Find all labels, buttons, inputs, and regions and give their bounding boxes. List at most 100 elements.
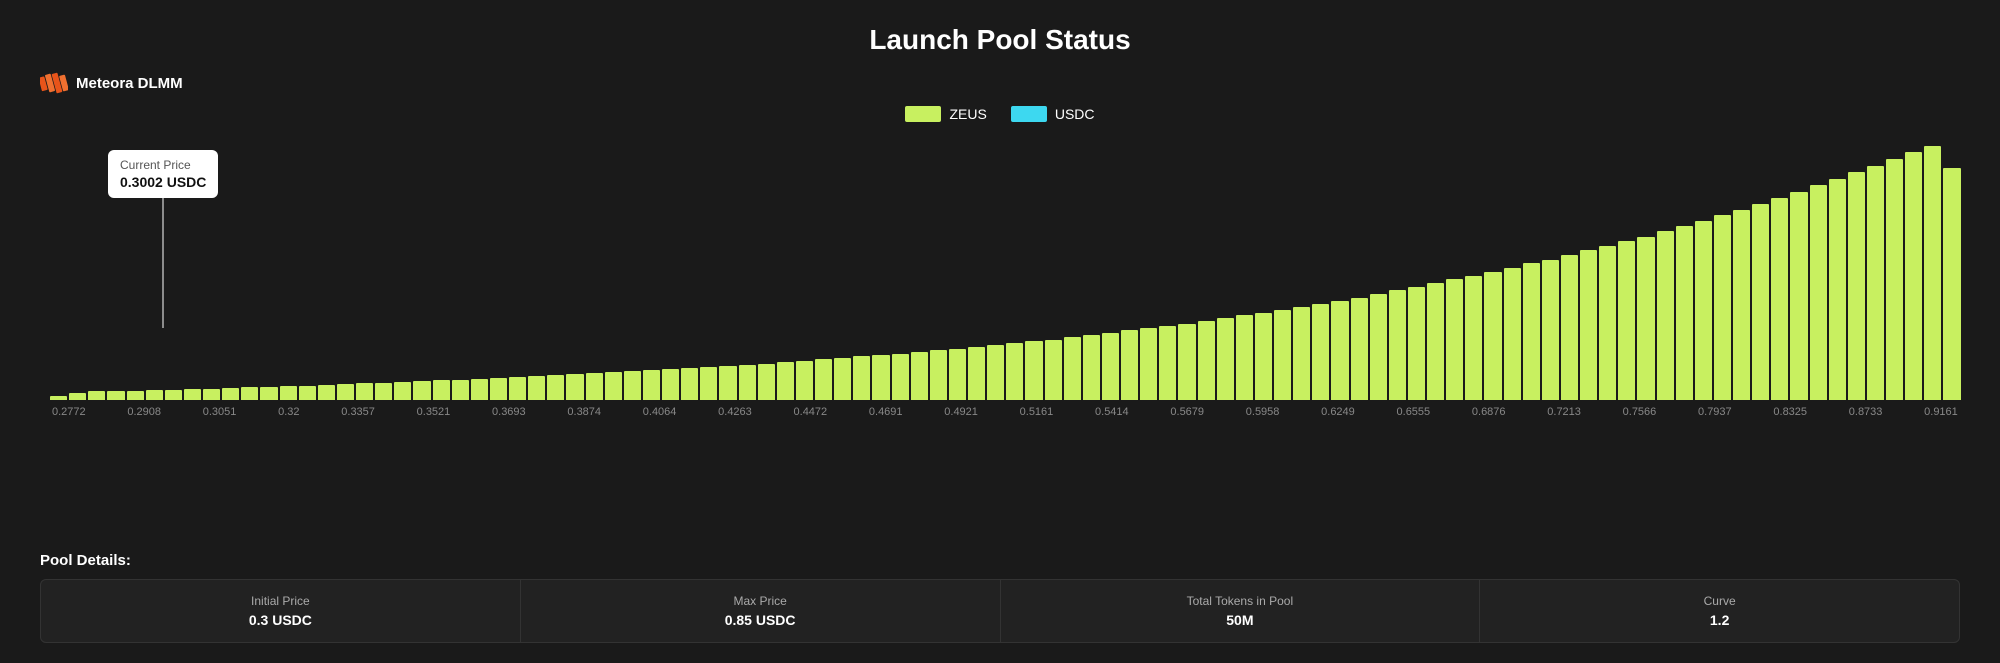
chart-bar	[796, 361, 813, 400]
chart-bar	[394, 382, 411, 400]
tooltip-line	[163, 198, 164, 328]
chart-bar	[1006, 343, 1023, 400]
chart-bar	[1255, 313, 1272, 400]
chart-bar	[815, 359, 832, 400]
chart-bar	[1140, 328, 1157, 400]
chart-bar	[1064, 337, 1081, 400]
chart-bar	[987, 345, 1004, 400]
chart-bar	[88, 391, 105, 400]
chart-bar	[681, 368, 698, 400]
chart-bar	[1351, 298, 1368, 400]
x-axis-label: 0.3051	[203, 406, 237, 418]
chart-bar	[1236, 315, 1253, 400]
chart-bar	[1293, 307, 1310, 400]
page-title: Launch Pool Status	[40, 24, 1960, 56]
chart-bar	[1829, 179, 1846, 400]
chart-bar	[949, 349, 966, 400]
chart-bar	[662, 369, 679, 400]
x-axis-label: 0.3357	[341, 406, 375, 418]
chart-bar	[872, 355, 889, 400]
chart-bar	[1025, 341, 1042, 400]
x-axis-label: 0.32	[278, 406, 299, 418]
chart-bar	[146, 390, 163, 400]
chart-bar	[1408, 287, 1425, 400]
chart-bar	[1657, 231, 1674, 400]
chart-bar	[911, 352, 928, 400]
chart-bar	[1695, 221, 1712, 400]
legend-label-usdc: USDC	[1055, 106, 1095, 122]
chart-bar	[1045, 340, 1062, 400]
chart-bar	[1943, 168, 1960, 400]
chart-bar	[1446, 279, 1463, 400]
x-axis-label: 0.4064	[643, 406, 677, 418]
pool-details-table: Initial Price0.3 USDCMax Price0.85 USDCT…	[40, 579, 1960, 643]
chart-bar	[50, 396, 67, 400]
chart-bar	[1848, 172, 1865, 400]
chart-bar	[471, 379, 488, 400]
chart-bar	[1905, 152, 1922, 400]
legend-item-zeus: ZEUS	[905, 106, 986, 122]
chart-bar	[1733, 210, 1750, 400]
x-axis-label: 0.3874	[567, 406, 601, 418]
chart-bar	[1504, 268, 1521, 400]
x-axis-label: 0.3693	[492, 406, 526, 418]
x-axis-label: 0.9161	[1924, 406, 1958, 418]
chart-bar	[1274, 310, 1291, 400]
chart-bar	[605, 372, 622, 400]
pool-details-section: Pool Details: Initial Price0.3 USDCMax P…	[40, 552, 1960, 643]
chart-bar	[433, 380, 450, 400]
chart-bar	[1542, 260, 1559, 400]
chart-bar	[375, 383, 392, 400]
pool-detail-cell: Total Tokens in Pool50M	[1001, 580, 1481, 642]
chart-bar	[930, 350, 947, 400]
chart-bar	[1810, 185, 1827, 400]
chart-bar	[1637, 237, 1654, 400]
chart-bar	[1561, 255, 1578, 400]
chart-bar	[165, 390, 182, 400]
chart-bar	[222, 388, 239, 400]
tooltip-value: 0.3002 USDC	[120, 174, 206, 190]
pool-detail-value: 0.85 USDC	[725, 612, 796, 628]
chart-bar	[700, 367, 717, 400]
provider-name: Meteora DLMM	[76, 75, 183, 92]
chart-bar	[509, 377, 526, 400]
pool-details-title: Pool Details:	[40, 552, 1960, 569]
x-axis-label: 0.4263	[718, 406, 752, 418]
x-axis-label: 0.5958	[1246, 406, 1280, 418]
x-axis-label: 0.4691	[869, 406, 903, 418]
chart-bar	[1924, 146, 1941, 400]
chart-bar	[280, 386, 297, 400]
chart-bar	[1771, 198, 1788, 400]
legend-item-usdc: USDC	[1011, 106, 1095, 122]
chart-bar	[528, 376, 545, 400]
pool-detail-cell: Max Price0.85 USDC	[521, 580, 1001, 642]
x-axis-label: 0.5679	[1170, 406, 1204, 418]
chart-bar	[1389, 290, 1406, 400]
x-axis-label: 0.4472	[794, 406, 828, 418]
chart-bar	[318, 385, 335, 400]
x-axis-label: 0.2908	[127, 406, 161, 418]
chart-bar	[892, 354, 909, 400]
x-axis-label: 0.6249	[1321, 406, 1355, 418]
chart-bar	[1599, 246, 1616, 400]
chart-bar	[624, 371, 641, 400]
chart-bar	[834, 358, 851, 400]
x-axis-label: 0.3521	[417, 406, 451, 418]
chart-bar	[1427, 283, 1444, 400]
chart-bar	[1178, 324, 1195, 400]
chart-bar	[1121, 330, 1138, 400]
chart-legend: ZEUS USDC	[40, 106, 1960, 122]
chart-bar	[1886, 159, 1903, 400]
chart-bar	[1102, 333, 1119, 400]
chart-bar	[299, 386, 316, 400]
chart-bar	[1484, 272, 1501, 400]
chart-bar	[203, 389, 220, 400]
chart-bar	[1217, 318, 1234, 400]
x-axis-label: 0.5414	[1095, 406, 1129, 418]
chart-bar	[1867, 166, 1884, 400]
legend-swatch-usdc	[1011, 106, 1047, 122]
chart-bar	[1370, 294, 1387, 400]
meteora-icon	[40, 72, 68, 94]
x-axis-label: 0.7213	[1547, 406, 1581, 418]
chart-bar	[1790, 192, 1807, 400]
